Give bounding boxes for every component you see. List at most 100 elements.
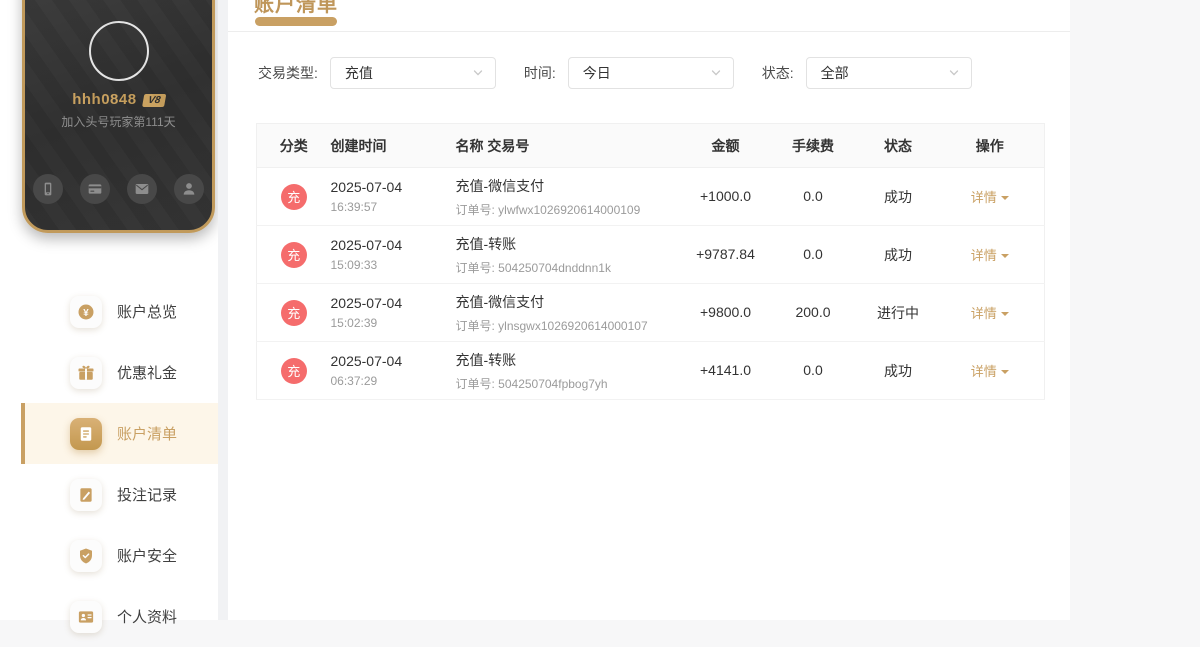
sidebar-item-label: 个人资料 <box>117 609 178 626</box>
join-days-text: 加入头号玩家第111天 <box>61 115 176 129</box>
row-order-number: 订单号: ylnsgwx1026920614000107 <box>455 318 648 333</box>
row-amount: +1000.0 <box>700 187 751 204</box>
column-header: 手续费 <box>765 123 861 168</box>
row-amount: +4141.0 <box>700 361 751 378</box>
row-amount: +9800.0 <box>700 303 751 320</box>
shield-icon <box>77 547 95 565</box>
detail-link-label: 详情 <box>970 363 997 379</box>
detail-link[interactable]: 详情 <box>971 306 1009 321</box>
category-badge: 充 <box>280 299 307 326</box>
sidebar-menu: 账户总览优惠礼金账户清单投注记录账户安全个人资料 <box>0 281 218 647</box>
row-time: 06:37:29 <box>330 374 378 388</box>
quick-actions <box>25 174 212 204</box>
row-order-number: 订单号: 504250704dnddnn1k <box>455 260 611 275</box>
column-header: 创建时间 <box>330 123 456 168</box>
filter-label: 交易类型: <box>258 65 318 81</box>
statement-icon <box>77 425 95 443</box>
caret-down-icon <box>1000 369 1009 378</box>
row-date: 2025-07-04 <box>330 179 403 195</box>
mobile-icon <box>40 181 56 197</box>
quick-action-button[interactable] <box>127 174 157 204</box>
row-fee: 0.0 <box>803 361 823 378</box>
vip-level-badge: V8 <box>141 94 167 107</box>
page-title: 账户清单 <box>254 0 338 16</box>
filter-bar: 交易类型: 充值 时间: 今日 状态: 全部 <box>258 57 1000 89</box>
column-header: 分类 <box>256 123 331 168</box>
quick-action-button[interactable] <box>80 174 110 204</box>
row-time: 16:39:57 <box>330 200 378 214</box>
bank-card-icon <box>87 181 103 197</box>
table-header-row: 分类 创建时间 名称 交易号 金额 手续费 状态 操作 <box>256 123 1045 168</box>
username: hhh0848 <box>72 91 137 108</box>
quick-action-button[interactable] <box>174 174 204 204</box>
filter-group: 交易类型: 充值 <box>258 57 496 89</box>
profile-card: hhh0848 V8 加入头号玩家第111天 <box>22 0 215 233</box>
sidebar-item[interactable]: 账户总览 <box>0 281 218 342</box>
category-badge: 充 <box>280 357 307 384</box>
table-row: 充 2025-07-04 15:09:33 充值-转账 订单号: 504250704dn… <box>256 225 1045 284</box>
sidebar-item[interactable]: 账户安全 <box>0 525 218 586</box>
row-status: 成功 <box>884 246 912 263</box>
detail-link[interactable]: 详情 <box>971 190 1009 205</box>
title-underline <box>255 17 337 26</box>
column-header: 状态 <box>860 123 936 168</box>
row-fee: 0.0 <box>803 245 823 262</box>
row-order-number: 订单号: 504250704fpbog7yh <box>455 376 608 391</box>
row-amount: +9787.84 <box>696 245 755 262</box>
row-date: 2025-07-04 <box>330 295 403 311</box>
filter-group: 状态: 全部 <box>762 57 972 89</box>
filter-select[interactable]: 充值 <box>329 57 496 89</box>
row-status: 成功 <box>884 362 912 379</box>
header-divider <box>228 31 1070 32</box>
row-order-number: 订单号: ylwfwx1026920614000109 <box>455 202 641 217</box>
chevron-down-icon <box>948 67 960 79</box>
row-name: 充值-转账 <box>455 235 517 252</box>
sidebar-divider <box>218 0 228 620</box>
gift-icon <box>77 364 95 382</box>
caret-down-icon <box>1000 311 1009 320</box>
sidebar-item[interactable]: 投注记录 <box>0 464 218 525</box>
quick-action-button[interactable] <box>33 174 63 204</box>
balance-icon <box>77 303 95 321</box>
mail-icon <box>134 181 150 197</box>
select-value: 全部 <box>820 65 849 81</box>
category-badge: 充 <box>280 183 307 210</box>
detail-link[interactable]: 详情 <box>971 364 1009 379</box>
sidebar-item[interactable]: 账户清单 <box>0 403 218 464</box>
row-fee: 0.0 <box>803 187 823 204</box>
chevron-down-icon <box>472 67 484 79</box>
row-name: 充值-微信支付 <box>455 177 545 194</box>
select-value: 充值 <box>344 65 373 81</box>
row-status: 成功 <box>884 188 912 205</box>
row-name: 充值-转账 <box>455 351 517 368</box>
select-value: 今日 <box>582 65 611 81</box>
sidebar-item[interactable]: 优惠礼金 <box>0 342 218 403</box>
contact-icon <box>181 181 197 197</box>
table-row: 充 2025-07-04 06:37:29 充值-转账订单号: 504250704fp… <box>256 341 1045 400</box>
sidebar-item-label: 账户安全 <box>117 548 178 565</box>
sidebar-item-label: 优惠礼金 <box>117 365 178 382</box>
row-date: 2025-07-04 <box>330 353 403 369</box>
filter-select[interactable]: 全部 <box>805 57 972 89</box>
detail-link[interactable]: 详情 <box>971 248 1009 263</box>
transactions-table: 分类 创建时间 名称 交易号 金额 手续费 状态 操作 充 2025-07-04 16:39:5… <box>256 123 1045 400</box>
column-header: 名称 交易号 <box>455 123 686 168</box>
table-row: 充 2025-07-04 15:02:39 充值-微信支付订单号: ylnsgwx10… <box>256 283 1045 342</box>
sidebar-item[interactable]: 个人资料 <box>0 586 218 647</box>
row-fee: 200.0 <box>795 303 831 320</box>
filter-label: 时间: <box>523 65 556 81</box>
column-header: 金额 <box>685 123 766 168</box>
detail-link-label: 详情 <box>970 247 997 263</box>
filter-select[interactable]: 今日 <box>567 57 734 89</box>
sidebar-item-label: 投注记录 <box>117 487 178 504</box>
sidebar: hhh0848 V8 加入头号玩家第111天 账户总览优惠礼金账户清单投注记录账户… <box>0 0 218 633</box>
row-time: 15:09:33 <box>330 258 378 272</box>
main-content: 账户清单 交易类型: 充值 时间: 今日 状态: 全部 分类 创建时间 名称 交易号 金额 手续费… <box>228 0 1070 620</box>
avatar[interactable] <box>88 21 149 81</box>
sidebar-item-label: 账户清单 <box>117 426 178 443</box>
row-time: 15:02:39 <box>330 316 378 330</box>
row-status: 进行中 <box>877 304 919 321</box>
row-name: 充值-微信支付 <box>455 293 545 310</box>
filter-label: 状态: <box>761 65 794 81</box>
chevron-down-icon <box>710 67 722 79</box>
